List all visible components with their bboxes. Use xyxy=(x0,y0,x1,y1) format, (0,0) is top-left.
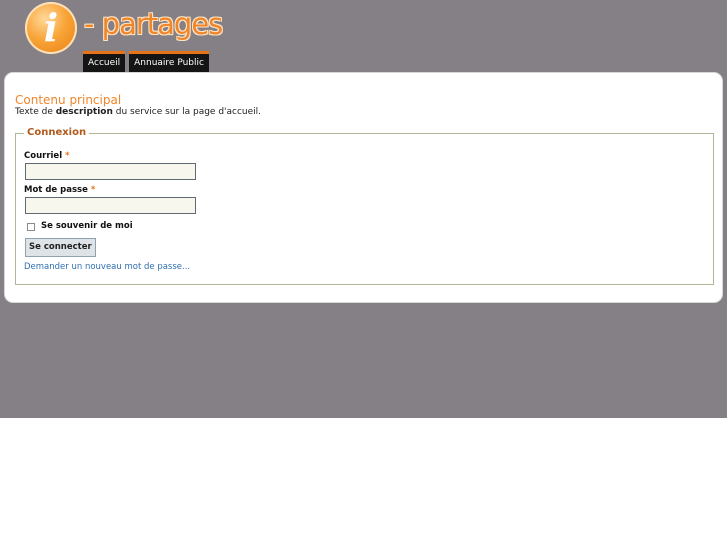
description-prefix: Texte de xyxy=(15,107,56,117)
login-legend: Connexion xyxy=(24,127,90,138)
required-mark: * xyxy=(65,151,70,161)
password-label-text: Mot de passe xyxy=(24,185,88,195)
required-mark: * xyxy=(90,185,96,195)
description-suffix: du service sur la page d'accueil. xyxy=(112,107,262,117)
logo-text[interactable]: - partages xyxy=(84,2,223,46)
email-label-text: Courriel xyxy=(24,151,63,161)
logo-letter: i xyxy=(43,5,59,50)
page-title: Contenu principal xyxy=(15,93,122,107)
page-description: Texte de description du service sur la p… xyxy=(15,107,261,117)
login-button[interactable]: Se connecter xyxy=(25,238,96,257)
nav-tab-annuaire-public[interactable]: Annuaire Public xyxy=(129,51,209,72)
email-field[interactable] xyxy=(25,163,196,180)
logo-icon[interactable]: i xyxy=(25,2,77,54)
content-panel: Contenu principal Texte de description d… xyxy=(4,72,723,303)
nav-tab-accueil[interactable]: Accueil xyxy=(83,51,126,72)
password-field[interactable] xyxy=(25,197,196,214)
forgot-password-link[interactable]: Demander un nouveau mot de passe... xyxy=(24,262,190,272)
remember-checkbox[interactable] xyxy=(27,223,35,231)
password-label: Mot de passe * xyxy=(24,185,95,195)
main-nav: Accueil Annuaire Public xyxy=(83,51,209,72)
description-bold: description xyxy=(55,107,113,117)
email-label: Courriel * xyxy=(24,151,70,161)
remember-label[interactable]: Se souvenir de moi xyxy=(41,221,133,231)
login-fieldset: Connexion Courriel * Mot de passe * Se sou… xyxy=(15,127,714,285)
